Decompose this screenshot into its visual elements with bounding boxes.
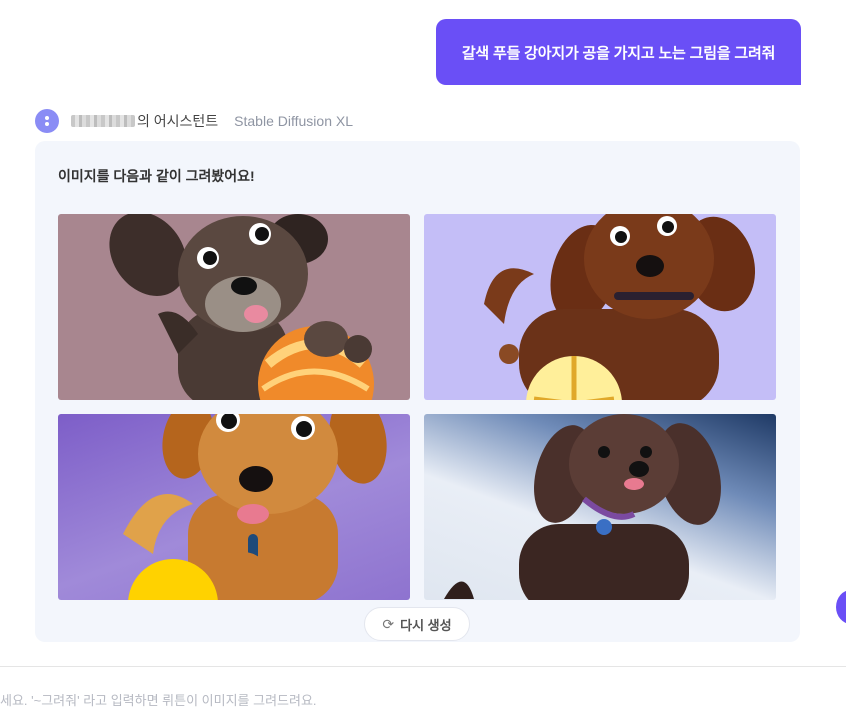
generated-image-3[interactable] bbox=[58, 414, 410, 600]
regenerate-label: 다시 생성 bbox=[400, 617, 452, 633]
user-message-text: 갈색 푸들 강아지가 공을 가지고 노는 그림을 그려줘 bbox=[461, 44, 776, 62]
regenerate-button[interactable]: ⟳ 다시 생성 bbox=[364, 607, 470, 641]
floating-action-button[interactable] bbox=[836, 590, 846, 624]
assistant-avatar-icon bbox=[35, 109, 59, 133]
input-divider bbox=[0, 666, 846, 667]
assistant-response-card: 이미지를 다음과 같이 그려봤어요! ⟳ 다시 생성 bbox=[35, 141, 800, 642]
assistant-name: 의 어시스턴트 bbox=[137, 113, 219, 129]
blurred-username bbox=[71, 115, 135, 127]
user-message-bubble: 갈색 푸들 강아지가 공을 가지고 노는 그림을 그려줘 bbox=[436, 19, 801, 85]
generated-image-4[interactable] bbox=[424, 414, 776, 600]
refresh-icon: ⟳ bbox=[382, 615, 395, 632]
response-text: 이미지를 다음과 같이 그려봤어요! bbox=[58, 168, 255, 184]
generated-image-1[interactable] bbox=[58, 214, 410, 400]
assistant-header: 의 어시스턴트 Stable Diffusion XL bbox=[35, 109, 353, 133]
model-name: Stable Diffusion XL bbox=[234, 113, 353, 129]
generated-image-2[interactable] bbox=[424, 214, 776, 400]
